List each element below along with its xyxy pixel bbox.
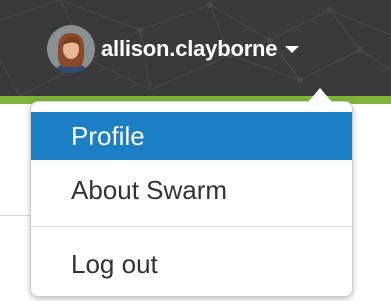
top-navigation-bar: allison.clayborne bbox=[0, 0, 391, 96]
user-dropdown-menu: Profile About Swarm Log out bbox=[30, 101, 353, 297]
avatar bbox=[47, 25, 95, 73]
username: allison.clayborne bbox=[101, 36, 278, 61]
menu-item-about-swarm[interactable]: About Swarm bbox=[31, 166, 352, 214]
caret-down-icon bbox=[285, 45, 300, 53]
user-menu-toggle[interactable]: allison.clayborne bbox=[47, 25, 300, 73]
page: allison.clayborne Profile About Swarm Lo… bbox=[0, 0, 391, 301]
dropdown-pointer bbox=[308, 88, 332, 102]
menu-item-profile[interactable]: Profile bbox=[31, 112, 352, 160]
menu-item-log-out[interactable]: Log out bbox=[31, 240, 352, 288]
menu-divider bbox=[31, 226, 352, 227]
